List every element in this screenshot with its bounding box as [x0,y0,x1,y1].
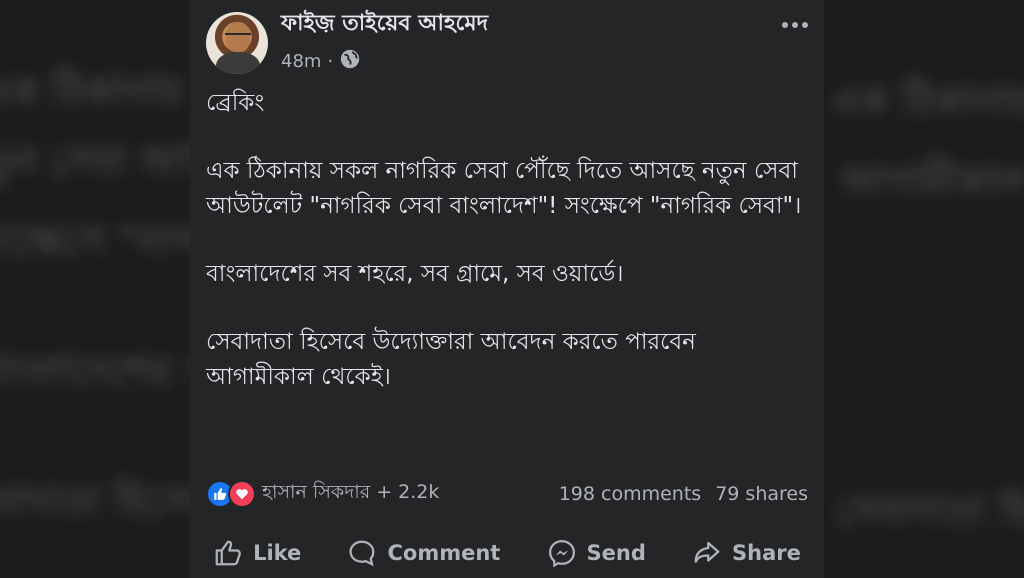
share-label: Share [732,541,801,565]
comment-label: Comment [387,541,501,565]
meta-separator: · [327,51,334,72]
post-paragraph: সেবাদাতা হিসেবে উদ্যোক্তারা আবেদন করতে প… [206,329,696,390]
like-button[interactable]: Like [213,538,301,568]
action-bar: Like Comment Send Share [190,528,824,578]
comments-count[interactable]: 198 comments [559,483,701,505]
reaction-summary[interactable]: হাসান সিকদার + 2.2k [262,478,439,510]
post-time[interactable]: 48m [281,51,321,72]
post-meta: 48m · [281,48,361,75]
more-options-button[interactable] [780,10,810,40]
dot-icon [792,22,798,28]
dot-icon [782,22,788,28]
author-name[interactable]: ফাইজ় তাইয়েব আহমেদ [281,6,488,43]
reaction-stats: হাসান সিকদার + 2.2k 198 comments 79 shar… [206,478,808,510]
post-body: ব্রেকিং এক ঠিকানায় সকল নাগরিক সেবা পৌঁছ… [206,86,806,428]
thumbs-up-icon [215,540,241,566]
comment-icon [349,540,375,567]
comment-button[interactable]: Comment [347,538,500,568]
blur-line: আগামীকাল থেকেই [840,159,1024,205]
blur-line: সেবাদাতা হিসেবে [835,489,1024,535]
globe-icon[interactable] [339,48,361,75]
facebook-post: ফাইজ় তাইয়েব আহমেদ 48m · ব্রেকিং এক ঠিক… [190,0,824,578]
messenger-icon [548,539,575,568]
like-label: Like [253,541,302,565]
send-button[interactable]: Send [547,538,646,568]
post-paragraph: এক ঠিকানায় সকল নাগরিক সেবা পৌঁছে দিতে আ… [206,158,802,219]
share-button[interactable]: Share [692,538,801,568]
send-label: Send [586,541,646,565]
post-paragraph: ব্রেকিং [206,90,265,116]
blur-line: এক ঠিকানায় সকল নাগরিক [830,79,1024,125]
shares-count[interactable]: 79 shares [715,483,808,505]
love-icon[interactable] [228,480,256,508]
post-paragraph: বাংলাদেশের সব শহরে, সব গ্রামে, সব ওয়ার্… [206,261,624,287]
avatar[interactable] [206,12,268,74]
share-icon [694,541,720,563]
dot-icon [802,22,808,28]
